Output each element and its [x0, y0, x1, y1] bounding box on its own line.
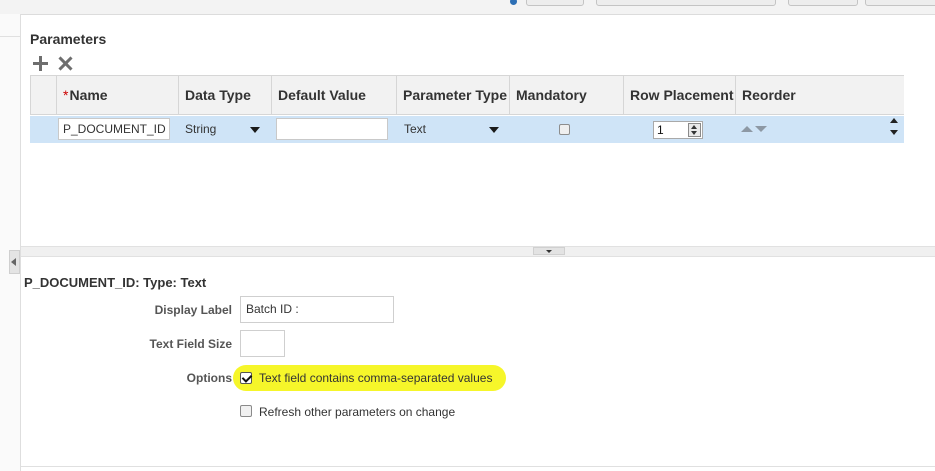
toolbar-button-4[interactable]: [865, 0, 935, 6]
expand-down-icon[interactable]: [546, 250, 552, 253]
options-label: Options: [186, 371, 232, 385]
detail-title: P_DOCUMENT_ID: Type: Text: [24, 275, 207, 290]
left-edge-divider: [0, 36, 20, 37]
splitter-handle[interactable]: [533, 247, 565, 255]
parameters-toolbar: [32, 55, 74, 72]
add-icon[interactable]: [32, 55, 49, 72]
row-placement-value: 1: [657, 123, 664, 137]
move-down-icon[interactable]: [755, 126, 767, 132]
refresh-parameters-label[interactable]: Refresh other parameters on change: [259, 405, 455, 419]
stepper-up-icon[interactable]: [691, 125, 697, 129]
chevron-down-icon: [250, 127, 260, 133]
comma-separated-label[interactable]: Text field contains comma-separated valu…: [259, 371, 492, 385]
text-field-size-input[interactable]: [240, 330, 285, 357]
data-type-value: String: [185, 122, 217, 136]
scroll-down-icon[interactable]: [890, 130, 898, 135]
column-header-name[interactable]: *Name: [56, 76, 178, 114]
comma-separated-checkbox[interactable]: [240, 372, 253, 384]
move-up-icon[interactable]: [741, 126, 753, 132]
delete-icon[interactable]: [57, 55, 74, 72]
text-field-size-label: Text Field Size: [149, 337, 232, 351]
top-toolbar: [0, 0, 935, 15]
parameters-title: Parameters: [30, 31, 107, 47]
bottom-divider: [21, 466, 935, 467]
column-header-row-placement[interactable]: Row Placement: [623, 76, 735, 114]
status-dot-icon: [510, 0, 517, 5]
default-value-input[interactable]: [276, 118, 388, 140]
parameter-type-value: Text: [404, 122, 427, 136]
toolbar-button-1[interactable]: [526, 0, 584, 6]
column-header-parameter-type[interactable]: Parameter Type: [396, 76, 509, 114]
chevron-down-icon: [489, 127, 499, 133]
refresh-parameters-checkbox[interactable]: [240, 405, 252, 417]
row-placement-stepper[interactable]: 1: [653, 121, 703, 139]
column-header-reorder[interactable]: Reorder: [735, 76, 904, 114]
panel-splitter[interactable]: [21, 246, 935, 257]
display-label-input[interactable]: Batch ID :: [240, 296, 394, 323]
check-icon: [241, 372, 253, 383]
left-panel-edge: [0, 14, 21, 471]
table-header: *Name Data Type Default Value Parameter …: [30, 75, 904, 115]
parameters-table: *Name Data Type Default Value Parameter …: [30, 75, 904, 143]
data-type-select[interactable]: String: [182, 118, 264, 140]
mandatory-checkbox[interactable]: [559, 124, 570, 135]
column-header-data-type[interactable]: Data Type: [178, 76, 271, 114]
collapse-left-icon[interactable]: [11, 258, 16, 266]
name-input[interactable]: P_DOCUMENT_ID: [58, 118, 170, 140]
stepper-buttons[interactable]: [688, 123, 701, 137]
toolbar-button-3[interactable]: [788, 0, 858, 6]
column-header-default-value[interactable]: Default Value: [271, 76, 396, 114]
scroll-up-icon[interactable]: [890, 118, 898, 123]
parameter-type-select[interactable]: Text: [401, 118, 503, 140]
row-selector[interactable]: [30, 116, 56, 143]
table-row[interactable]: P_DOCUMENT_ID String Text 1: [30, 116, 904, 143]
header-selector-column: [30, 76, 56, 114]
stepper-down-icon[interactable]: [691, 131, 697, 135]
toolbar-button-2[interactable]: [596, 0, 776, 6]
required-marker: *: [63, 87, 69, 103]
display-label-label: Display Label: [154, 303, 232, 317]
column-header-mandatory[interactable]: Mandatory: [509, 76, 623, 114]
